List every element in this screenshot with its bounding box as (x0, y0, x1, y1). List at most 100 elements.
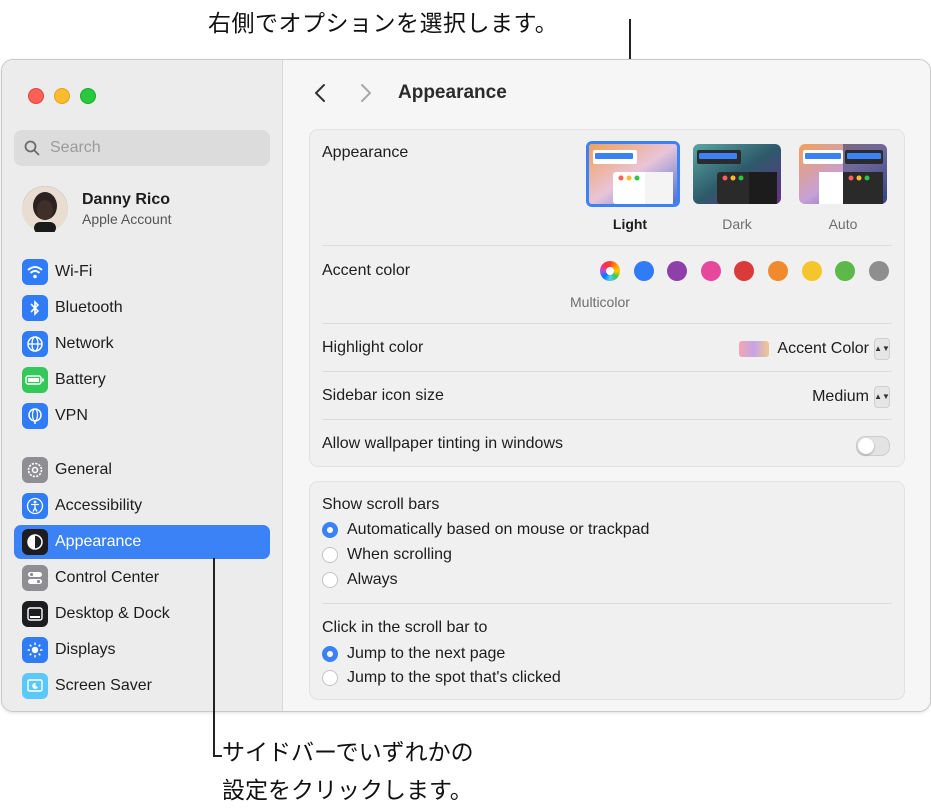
radio-label: Always (347, 571, 398, 588)
sidebar-item-label: Appearance (55, 533, 142, 550)
sidebar-item-screen-saver[interactable]: Screen Saver (14, 669, 270, 703)
sidebar-item-desktop-dock[interactable]: Desktop & Dock (14, 597, 270, 631)
accent-swatch-blue[interactable] (634, 261, 654, 281)
appearance-option-label: Dark (722, 216, 752, 232)
search-icon (24, 140, 40, 156)
sidebar-item-label: Displays (55, 641, 116, 658)
appearance-option-label: Auto (828, 216, 858, 232)
appearance-option-auto[interactable] (799, 144, 887, 204)
sidebar-item-label: Network (55, 335, 114, 352)
radio-scroll-when-scrolling[interactable]: When scrolling (322, 546, 452, 564)
sidebar-item-bluetooth[interactable]: Bluetooth (14, 291, 270, 325)
sidebar-item-label: Control Center (55, 569, 160, 586)
accent-color-label: Accent color (322, 262, 411, 279)
sidebar-item-appearance[interactable]: Appearance (14, 525, 270, 559)
sun-icon (22, 637, 48, 663)
minimize-window-button[interactable] (54, 88, 70, 104)
radio-button[interactable] (322, 646, 338, 662)
radio-label: Automatically based on mouse or trackpad (347, 521, 650, 538)
control-center-icon (22, 565, 48, 591)
sidebar-item-vpn[interactable]: VPN (14, 399, 270, 433)
sidebar-item-displays[interactable]: Displays (14, 633, 270, 667)
divider (322, 371, 892, 372)
sidebar-item-accessibility[interactable]: Accessibility (14, 489, 270, 523)
sidebar-item-battery[interactable]: Battery (14, 363, 270, 397)
highlight-color-label: Highlight color (322, 339, 424, 356)
back-chevron-icon[interactable] (313, 82, 327, 104)
sidebar-item-label: Battery (55, 371, 106, 388)
sidebar-item-network[interactable]: Network (14, 327, 270, 361)
wifi-icon (22, 259, 48, 285)
radio-button[interactable] (322, 670, 338, 686)
appearance-icon (22, 529, 48, 555)
accent-swatch-yellow[interactable] (802, 261, 822, 281)
scroll-bar-settings-card: Show scroll bars Automatically based on … (309, 481, 905, 700)
appearance-label: Appearance (322, 144, 409, 161)
accent-selected-label: Multicolor (570, 294, 630, 310)
sidebar-item-wifi[interactable]: Wi-Fi (14, 255, 270, 289)
highlight-color-value: Accent Color (777, 340, 869, 357)
callout-bottom-text: サイドバーでいずれかの 設定をクリックします。 (222, 734, 474, 810)
click-scroll-bar-label: Click in the scroll bar to (322, 619, 488, 636)
desktop-dock-icon (22, 601, 48, 627)
accent-swatch-pink[interactable] (701, 261, 721, 281)
appearance-option-dark[interactable] (693, 144, 781, 204)
highlight-color-swatch (739, 341, 770, 357)
page-title: Appearance (398, 82, 507, 103)
appearance-settings-card: Appearance Light Dark Auto Accent color … (309, 129, 905, 467)
search-field[interactable] (14, 130, 270, 166)
callout-bottom-line (213, 558, 215, 756)
zoom-window-button[interactable] (80, 88, 96, 104)
sidebar-item-label: Desktop & Dock (55, 605, 170, 622)
sidebar-item-label: Wi-Fi (55, 263, 93, 280)
account-subtitle: Apple Account (82, 211, 172, 227)
sidebar-item-general[interactable]: General (14, 453, 270, 487)
show-scroll-bars-label: Show scroll bars (322, 496, 440, 513)
divider (322, 245, 892, 246)
radio-jump-next-page[interactable]: Jump to the next page (322, 645, 505, 663)
bluetooth-icon (22, 295, 48, 321)
sidebar-item-control-center[interactable]: Control Center (14, 561, 270, 595)
appearance-option-label: Light (612, 216, 648, 232)
radio-button[interactable] (322, 572, 338, 588)
accent-swatch-graphite[interactable] (869, 261, 889, 281)
radio-label: When scrolling (347, 546, 452, 563)
divider (322, 323, 892, 324)
callout-bottom-line-tick (213, 755, 222, 757)
toolbar: Appearance (283, 60, 930, 126)
accent-swatch-purple[interactable] (667, 261, 687, 281)
radio-jump-to-spot[interactable]: Jump to the spot that's clicked (322, 669, 561, 687)
screen-saver-icon (22, 673, 48, 699)
highlight-color-popup[interactable]: Accent Color ▲▼ (739, 338, 890, 360)
accent-swatch-green[interactable] (835, 261, 855, 281)
vpn-globe-icon (22, 403, 48, 429)
sidebar-icon-size-popup[interactable]: Medium ▲▼ (812, 386, 890, 408)
radio-button[interactable] (322, 522, 338, 538)
sidebar-item-label: General (55, 461, 112, 478)
close-window-button[interactable] (28, 88, 44, 104)
divider (322, 603, 892, 604)
forward-chevron-icon[interactable] (359, 82, 373, 104)
accessibility-icon (22, 493, 48, 519)
appearance-option-light[interactable] (586, 141, 680, 207)
sidebar-item-label: Bluetooth (55, 299, 123, 316)
sidebar: Danny Rico Apple Account Wi-Fi Bluetooth… (2, 60, 283, 711)
wallpaper-tinting-toggle[interactable] (856, 436, 890, 456)
callout-bottom-line1: サイドバーでいずれかの (222, 740, 474, 766)
accent-swatch-multicolor[interactable] (600, 261, 620, 281)
up-down-chevron-icon: ▲▼ (874, 338, 890, 360)
callout-bottom-line2: 設定をクリックします。 (222, 778, 473, 804)
divider (322, 419, 892, 420)
battery-icon (22, 367, 48, 393)
sidebar-item-label: Screen Saver (55, 677, 152, 694)
accent-swatch-orange[interactable] (768, 261, 788, 281)
accent-swatch-red[interactable] (734, 261, 754, 281)
radio-button[interactable] (322, 547, 338, 563)
radio-scroll-automatic[interactable]: Automatically based on mouse or trackpad (322, 521, 649, 539)
search-input[interactable] (48, 138, 252, 158)
radio-scroll-always[interactable]: Always (322, 571, 398, 589)
callout-top-text: 右側でオプションを選択します。 (208, 11, 559, 37)
sidebar-item-label: Accessibility (55, 497, 143, 514)
apple-account[interactable]: Danny Rico Apple Account (22, 184, 272, 234)
up-down-chevron-icon: ▲▼ (874, 386, 890, 408)
